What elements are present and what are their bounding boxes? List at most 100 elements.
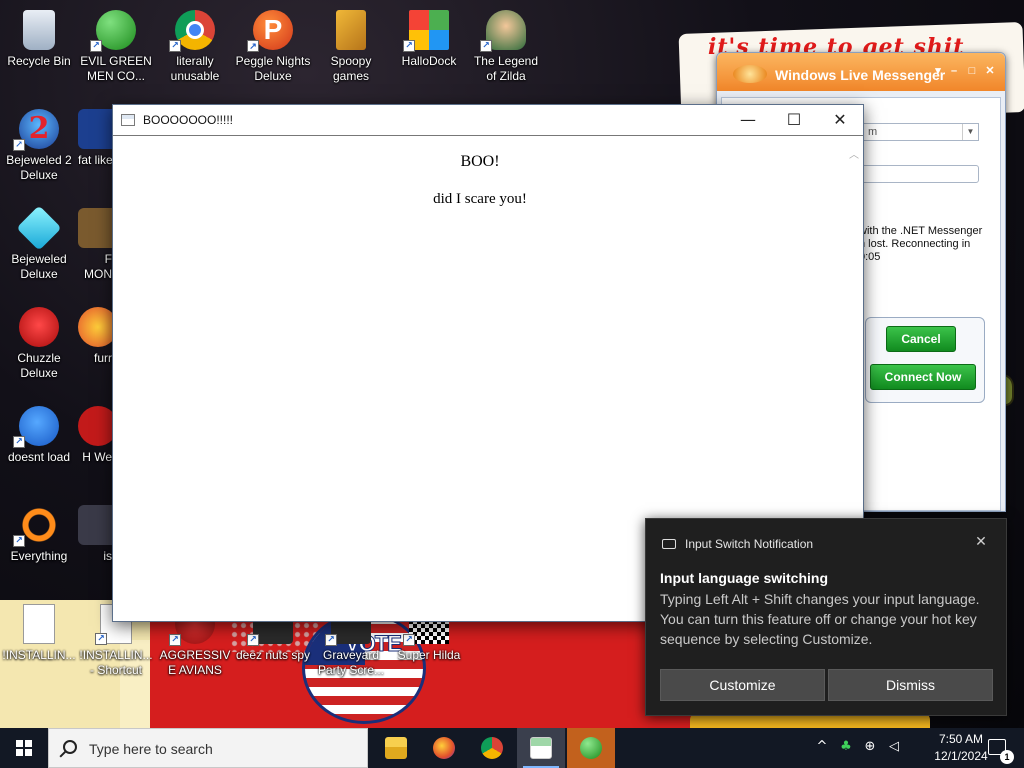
desktop-icon-h-we[interactable]: H We (78, 400, 112, 465)
desktop-icon-label: deez nuts spy (235, 648, 311, 662)
msn-minimize-button[interactable]: – (947, 64, 961, 78)
notification-count-badge: 1 (1000, 750, 1014, 764)
input-switch-notification[interactable]: Input Switch Notification ✕ Input langua… (645, 518, 1007, 716)
search-placeholder: Type here to search (89, 741, 213, 757)
desktop-icon-is[interactable]: is (78, 499, 112, 564)
desktop-icon-label: Super Hilda (397, 648, 461, 662)
bejeweled2-icon: 2 ↗ (13, 109, 59, 151)
desktop-icon-label: !INSTALLIN... (2, 648, 76, 662)
desktop-icon-evil-green-men[interactable]: ↗ EVIL GREEN MEN CO... (78, 4, 154, 84)
windows-start-icon (16, 740, 32, 756)
desktop-icon-bejeweled[interactable]: Bejeweled Deluxe (1, 202, 77, 282)
notification-close-button[interactable]: ✕ (972, 533, 990, 551)
msn-men-icon: ↗ (90, 10, 136, 52)
desktop-icon-label: HalloDock (401, 54, 457, 68)
msn-menu-icon[interactable]: ▾ (931, 64, 945, 78)
taskbar-clock[interactable]: 7:50 AM 12/1/2024 (926, 731, 996, 765)
desktop-icon-f-mon[interactable]: F MON (78, 202, 112, 282)
folder-icon (336, 10, 366, 50)
firefox-icon (433, 737, 455, 759)
tray-chevron-up-icon[interactable]: ^ (814, 739, 830, 755)
desktop-icon-hallodock[interactable]: ↗ HalloDock (391, 4, 467, 69)
desktop-icon-literally-unusable[interactable]: ↗ literally unusable (157, 4, 233, 84)
msn-window-title: Windows Live Messenger (775, 67, 946, 83)
taskbar-firefox[interactable] (420, 728, 468, 768)
desktop-icon-bejeweled-2[interactable]: 2 ↗ Bejeweled 2 Deluxe (1, 103, 77, 183)
chrome-icon: ↗ (169, 10, 215, 52)
taskbar-boo-window[interactable] (517, 728, 565, 768)
desktop-icon-everything[interactable]: ↗ Everything (1, 499, 77, 564)
close-button[interactable]: ✕ (817, 105, 863, 135)
app-icon (78, 109, 112, 149)
desktop-icon-recycle-bin[interactable]: Recycle Bin (1, 4, 77, 69)
msn-maximize-button[interactable]: □ (965, 64, 979, 78)
desktop-icon-label: AGGRESSIVE AVIANS (159, 648, 231, 677)
msn-cancel-button[interactable]: Cancel (886, 326, 956, 352)
system-tray: ^ ♣ ⊕ ◁ 7:50 AM 12/1/2024 1 (814, 728, 1024, 768)
taskbar-chrome[interactable] (468, 728, 516, 768)
dismiss-button[interactable]: Dismiss (828, 669, 993, 701)
desktop-icon-furr[interactable]: furr (78, 301, 112, 366)
taskbar-msn-messenger[interactable] (567, 728, 615, 768)
desktop-icon-label: literally unusable (170, 54, 220, 83)
desktop-icon-zilda[interactable]: ↗ The Legend of Zilda (468, 4, 544, 84)
chevron-down-icon: ▼ (962, 124, 978, 140)
msn-tray-icon[interactable]: ♣ (838, 739, 854, 755)
start-button[interactable] (0, 728, 48, 768)
peggle-icon: P ↗ (247, 10, 293, 52)
boo-heading: BOO! (460, 153, 500, 170)
shortcut-arrow-icon: ↗ (325, 634, 337, 646)
volume-icon[interactable]: ◁ (886, 739, 902, 755)
chuzzle-icon (19, 307, 59, 347)
shortcut-arrow-icon: ↗ (403, 40, 415, 52)
desktop-icon-label: The Legend of Zilda (473, 54, 539, 83)
shortcut-arrow-icon: ↗ (13, 139, 25, 151)
shortcut-arrow-icon: ↗ (95, 633, 107, 645)
desktop-icon-label: Recycle Bin (7, 54, 71, 68)
msn-close-button[interactable]: ✕ (983, 64, 997, 78)
shortcut-arrow-icon: ↗ (247, 634, 259, 646)
firefox-icon (78, 307, 112, 347)
clock-date: 12/1/2024 (934, 749, 988, 763)
boo-titlebar[interactable]: BOOOOOOO!!!!! — ☐ ✕ (113, 105, 863, 136)
msn-button-panel: Cancel Connect Now (865, 317, 985, 403)
desktop-icon-label: Chuzzle Deluxe (17, 351, 61, 380)
notification-title: Input language switching (660, 570, 828, 586)
app-icon (78, 208, 112, 248)
desktop-icon-fat-like[interactable]: fat like (78, 103, 112, 168)
notification-body: Typing Left Alt + Shift changes your inp… (660, 591, 980, 647)
search-icon (63, 740, 77, 754)
shortcut-arrow-icon: ↗ (403, 634, 415, 646)
desktop-icon-peggle[interactable]: P ↗ Peggle Nights Deluxe (235, 4, 311, 84)
thunderbird-icon: ↗ (13, 406, 59, 448)
msn-connect-now-button[interactable]: Connect Now (870, 364, 976, 390)
desktop-icon-label: doesnt load (7, 450, 71, 464)
msn-status-value: m (868, 126, 878, 138)
desktop-icon-label: Bejeweled 2 Deluxe (6, 153, 72, 182)
shortcut-arrow-icon: ↗ (169, 634, 181, 646)
msn-text-field[interactable] (861, 165, 979, 183)
shortcut-arrow-icon: ↗ (13, 436, 25, 448)
shortcut-arrow-icon: ↗ (169, 40, 181, 52)
desktop-icon-label: !INSTALLIN... - Shortcut (79, 648, 153, 677)
desktop-icon-chuzzle[interactable]: Chuzzle Deluxe (1, 301, 77, 381)
desktop-icon-spoopy-games[interactable]: Spoopy games (313, 4, 389, 84)
scroll-up-arrow-icon[interactable]: ︿ (845, 149, 863, 163)
msn-status-dropdown[interactable]: m ▼ (861, 123, 979, 141)
customize-button[interactable]: Customize (660, 669, 825, 701)
shortcut-arrow-icon: ↗ (90, 40, 102, 52)
diamond-icon (16, 205, 62, 251)
desktop-icon-label: furr (94, 351, 112, 365)
msn-messenger-icon (580, 737, 602, 759)
boo-message-text: did I scare you! (433, 191, 527, 207)
taskbar-search-box[interactable]: Type here to search (48, 728, 368, 768)
maximize-button[interactable]: ☐ (771, 105, 817, 135)
network-icon[interactable]: ⊕ (862, 739, 878, 755)
shortcut-arrow-icon: ↗ (13, 535, 25, 547)
taskbar-file-explorer[interactable] (372, 728, 420, 768)
msn-titlebar[interactable]: Windows Live Messenger (717, 53, 1005, 91)
minimize-button[interactable]: — (725, 105, 771, 135)
desktop-icon-installing[interactable]: !INSTALLIN... (1, 598, 77, 663)
desktop-icon-doesnt-load[interactable]: ↗ doesnt load (1, 400, 77, 465)
zilda-icon: ↗ (480, 10, 526, 52)
